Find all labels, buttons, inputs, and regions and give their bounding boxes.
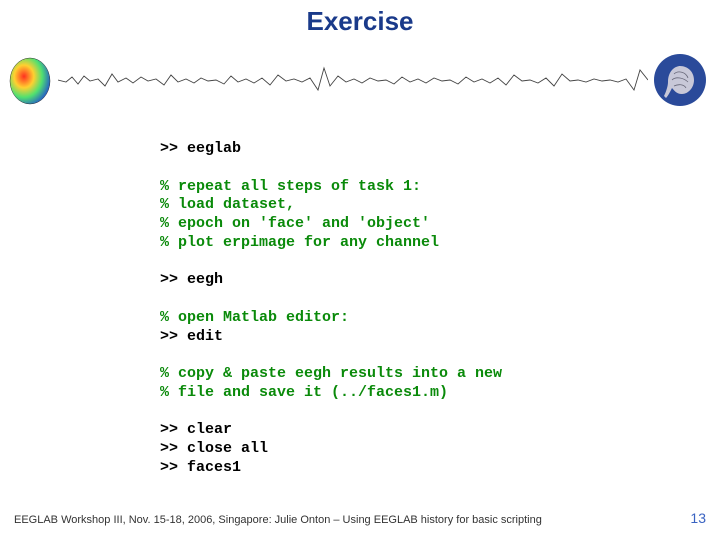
sccn-brain-logo-icon [652, 52, 708, 108]
footer: EEGLAB Workshop III, Nov. 15-18, 2006, S… [14, 510, 706, 526]
code-line: >> close all [160, 440, 268, 457]
head-topomap-icon [8, 56, 52, 106]
code-line: >> eegh [160, 271, 223, 288]
page-number: 13 [690, 510, 706, 526]
slide: Exercise >> eeglab % repeat [0, 0, 720, 540]
code-line: >> clear [160, 421, 232, 438]
eeg-waveform-icon [58, 60, 648, 100]
code-comment: % epoch on 'face' and 'object' [160, 215, 430, 232]
code-line: >> eeglab [160, 140, 241, 157]
code-line: >> faces1 [160, 459, 241, 476]
code-comment: % copy & paste eegh results into a new [160, 365, 502, 382]
code-comment: % file and save it (../faces1.m) [160, 384, 448, 401]
code-comment: % repeat all steps of task 1: [160, 178, 421, 195]
code-comment: % open Matlab editor: [160, 309, 349, 326]
page-title: Exercise [0, 6, 720, 37]
code-comment: % load dataset, [160, 196, 295, 213]
footer-text: EEGLAB Workshop III, Nov. 15-18, 2006, S… [14, 514, 542, 526]
code-comment: % plot erpimage for any channel [160, 234, 439, 251]
code-block: >> eeglab % repeat all steps of task 1: … [160, 140, 502, 478]
code-line: >> edit [160, 328, 223, 345]
